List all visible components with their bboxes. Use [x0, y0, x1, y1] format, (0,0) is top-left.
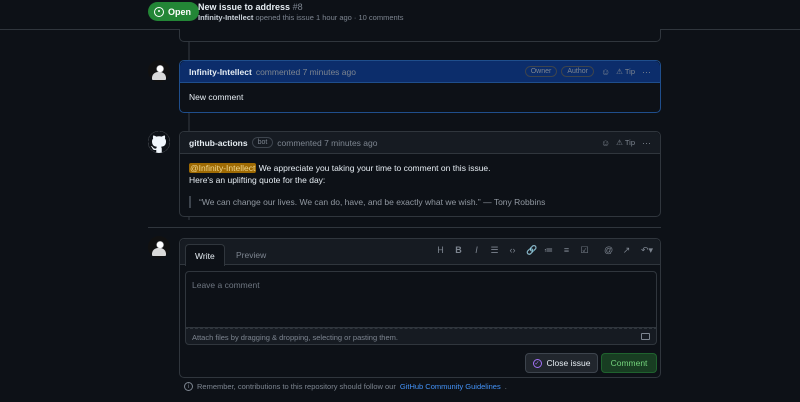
quote-icon[interactable]: ☰ — [490, 245, 499, 256]
issue-author-link[interactable]: Infinity-Intellect — [198, 13, 253, 22]
undo-icon[interactable]: ↶▾ — [640, 245, 654, 256]
alert-icon: ⚠ — [616, 67, 623, 76]
guidelines-link[interactable]: GitHub Community Guidelines — [400, 382, 501, 391]
editor-tabs: Write Preview H B I ☰ ‹› 🔗 ≔ ≡ ☑ @ ↗ ↶▾ — [180, 239, 660, 266]
issue-meta: Infinity-Intellect opened this issue 1 h… — [198, 13, 404, 22]
comment-body: New comment — [189, 92, 244, 102]
bold-icon[interactable]: B — [454, 245, 463, 256]
smiley-icon[interactable]: ☺ — [601, 138, 610, 148]
user-mention[interactable]: @Infinity-Intellect — [189, 163, 257, 173]
previous-comment-bottom — [179, 29, 661, 42]
task-list-icon[interactable]: ☑ — [580, 245, 589, 256]
tip-label: Tip — [624, 138, 635, 147]
code-icon[interactable]: ‹› — [508, 245, 517, 256]
new-comment-form: Write Preview H B I ☰ ‹› 🔗 ≔ ≡ ☑ @ ↗ ↶▾ … — [179, 238, 661, 378]
issue-title-text[interactable]: New issue to address — [198, 2, 290, 12]
github-avatar[interactable] — [148, 131, 170, 153]
comment-line-2: Here's an uplifting quote for the day: — [189, 175, 326, 185]
tab-preview[interactable]: Preview — [227, 244, 275, 265]
guidelines-text: Remember, contributions to this reposito… — [197, 382, 396, 391]
timeline-divider — [148, 227, 661, 228]
reference-icon[interactable]: ↗ — [622, 245, 631, 256]
unordered-list-icon[interactable]: ≔ — [544, 245, 553, 256]
info-icon: i — [184, 382, 193, 391]
comment-header: github-actions bot commented 7 minutes a… — [180, 132, 660, 154]
issue-title[interactable]: New issue to address #8 — [198, 2, 303, 12]
comment-owner: Infinity-Intellect commented 7 minutes a… — [179, 60, 661, 113]
comment-button[interactable]: Comment — [601, 353, 657, 373]
comment-line-1: @Infinity-Intellect We appreciate you ta… — [189, 162, 651, 174]
bot-label: bot — [251, 137, 274, 148]
link-icon[interactable]: 🔗 — [526, 245, 537, 256]
owner-label: Owner — [524, 66, 558, 77]
mention-icon[interactable]: @ — [604, 245, 613, 256]
ordered-list-icon[interactable]: ≡ — [562, 245, 571, 256]
issue-meta-text: opened this issue 1 hour ago · 10 commen… — [255, 13, 404, 22]
file-attachment-area[interactable]: Attach files by dragging & dropping, sel… — [185, 328, 657, 345]
blockquote: “We can change our lives. We can do, hav… — [189, 196, 651, 208]
alert-icon: ⚠ — [616, 138, 623, 147]
tab-write[interactable]: Write — [185, 244, 225, 266]
guidelines-note: i Remember, contributions to this reposi… — [184, 382, 507, 391]
comment-author[interactable]: Infinity-Intellect — [189, 67, 252, 77]
comment-textarea[interactable]: Leave a comment — [185, 271, 657, 328]
kebab-horizontal-icon[interactable]: ··· — [642, 67, 651, 77]
close-issue-button[interactable]: ✓ Close issue — [525, 353, 598, 373]
smiley-icon[interactable]: ☺ — [601, 67, 610, 77]
issue-opened-icon — [154, 6, 164, 17]
avatar[interactable] — [148, 236, 170, 258]
comment-text: We appreciate you taking your time to co… — [256, 163, 491, 173]
heading-icon[interactable]: H — [436, 245, 445, 256]
markdown-toolbar: H B I ☰ ‹› 🔗 ≔ ≡ ☑ @ ↗ ↶▾ — [436, 245, 654, 256]
sticky-issue-header: Open New issue to address #8 Infinity-In… — [0, 0, 800, 30]
tip-button[interactable]: ⚠ Tip — [616, 138, 635, 147]
issue-number: #8 — [292, 2, 303, 12]
comment-timestamp[interactable]: commented 7 minutes ago — [277, 138, 377, 148]
kebab-horizontal-icon[interactable]: ··· — [642, 138, 651, 148]
comment-header: Infinity-Intellect commented 7 minutes a… — [180, 61, 660, 83]
tip-label: Tip — [624, 67, 635, 76]
comment-bot: github-actions bot commented 7 minutes a… — [179, 131, 661, 217]
issue-state-label: Open — [168, 6, 192, 17]
comment-timestamp[interactable]: commented 7 minutes ago — [256, 67, 356, 77]
comment-body: @Infinity-Intellect We appreciate you ta… — [180, 154, 660, 216]
markdown-icon[interactable] — [641, 333, 650, 340]
github-mark-icon — [148, 131, 170, 153]
author-label: Author — [561, 66, 594, 77]
period: . — [504, 382, 507, 391]
attach-text: Attach files by dragging & dropping, sel… — [192, 333, 398, 342]
issue-closed-icon: ✓ — [532, 358, 542, 368]
avatar[interactable] — [148, 60, 170, 82]
comment-author[interactable]: github-actions — [189, 138, 248, 148]
tip-button[interactable]: ⚠ Tip — [616, 67, 635, 76]
issue-state-badge: Open — [148, 2, 200, 21]
close-issue-label: Close issue — [546, 358, 591, 368]
italic-icon[interactable]: I — [472, 245, 481, 256]
